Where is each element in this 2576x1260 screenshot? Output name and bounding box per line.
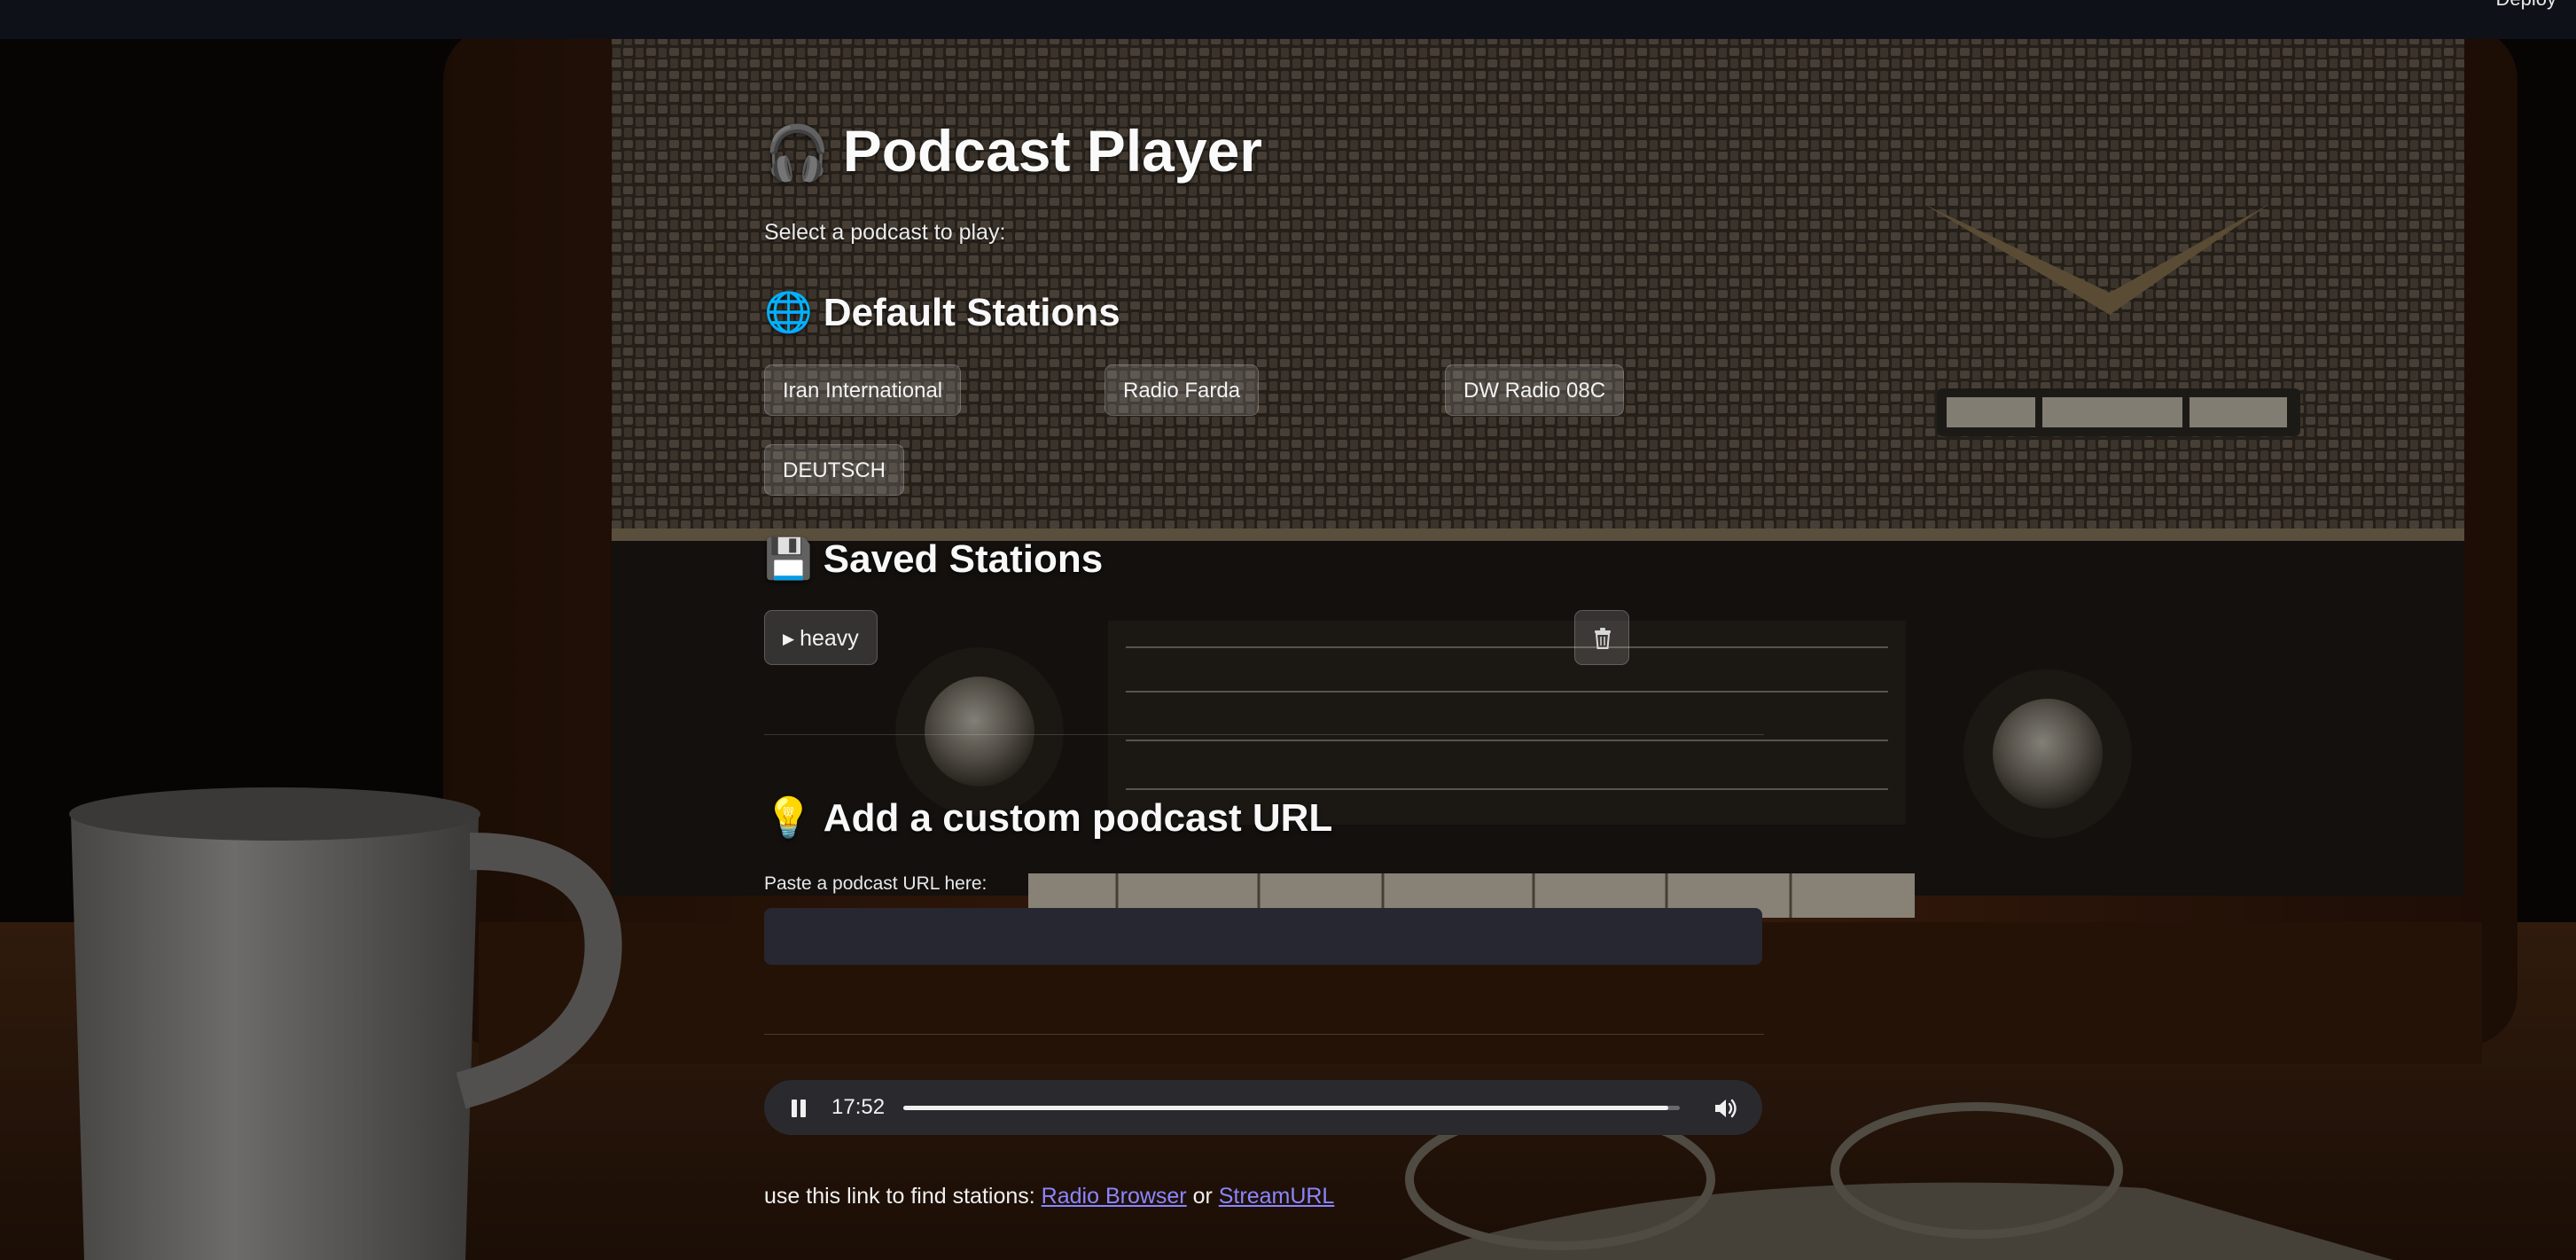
delete-station-button[interactable] [1574,610,1629,665]
floppy-disk-icon: 💾 [764,537,813,581]
trash-icon [1595,628,1611,649]
footer-text: use this link to find stations: [764,1184,1042,1209]
radio-browser-link[interactable]: Radio Browser [1042,1184,1187,1209]
saved-stations-heading: 💾 Saved Stations [764,536,1103,582]
audio-player: 17:52 [764,1080,1762,1135]
background-radio-scene [0,0,2576,1260]
station-button-radio-farda[interactable]: Radio Farda [1105,364,1260,416]
progress-slider[interactable] [903,1106,1680,1110]
station-button-iran-international[interactable]: Iran International [764,364,962,416]
footer-help-text: use this link to find stations: Radio Br… [764,1184,1334,1209]
podcast-url-input[interactable] [764,908,1762,965]
playback-time: 17:52 [831,1095,886,1119]
station-button-dw-radio[interactable]: DW Radio 08C [1445,364,1625,416]
volume-button[interactable] [1713,1095,1739,1122]
page-subtitle: Select a podcast to play: [764,220,1006,245]
saved-stations-heading-text: Saved Stations [823,537,1104,581]
section-divider [764,734,1764,735]
globe-icon: 🌐 [764,291,813,334]
app-header: Deploy [0,0,2576,39]
station-button-deutsch[interactable]: DEUTSCH [764,444,905,496]
footer-or: or [1186,1184,1219,1209]
url-field-label: Paste a podcast URL here: [764,873,987,894]
saved-station-button-heavy[interactable]: ▶ heavy [764,610,878,665]
pause-button[interactable] [787,1097,810,1120]
section-divider [764,1034,1764,1035]
lightbulb-icon: 💡 [764,796,813,840]
saved-station-label: heavy [800,626,859,651]
custom-url-heading: 💡 Add a custom podcast URL [764,794,1332,841]
headphones-icon: 🎧 [764,123,831,183]
volume-icon [1715,1099,1737,1118]
play-icon: ▶ [783,630,795,647]
page-title: 🎧 Podcast Player [764,117,1262,184]
default-stations-heading: 🌐 Default Stations [764,289,1120,335]
progress-fill [903,1106,1668,1110]
streamurl-link[interactable]: StreamURL [1219,1184,1335,1209]
deploy-button[interactable]: Deploy [2496,0,2556,11]
custom-url-heading-text: Add a custom podcast URL [823,796,1333,840]
default-stations-heading-text: Default Stations [823,291,1120,334]
page-title-text: Podcast Player [842,118,1262,184]
